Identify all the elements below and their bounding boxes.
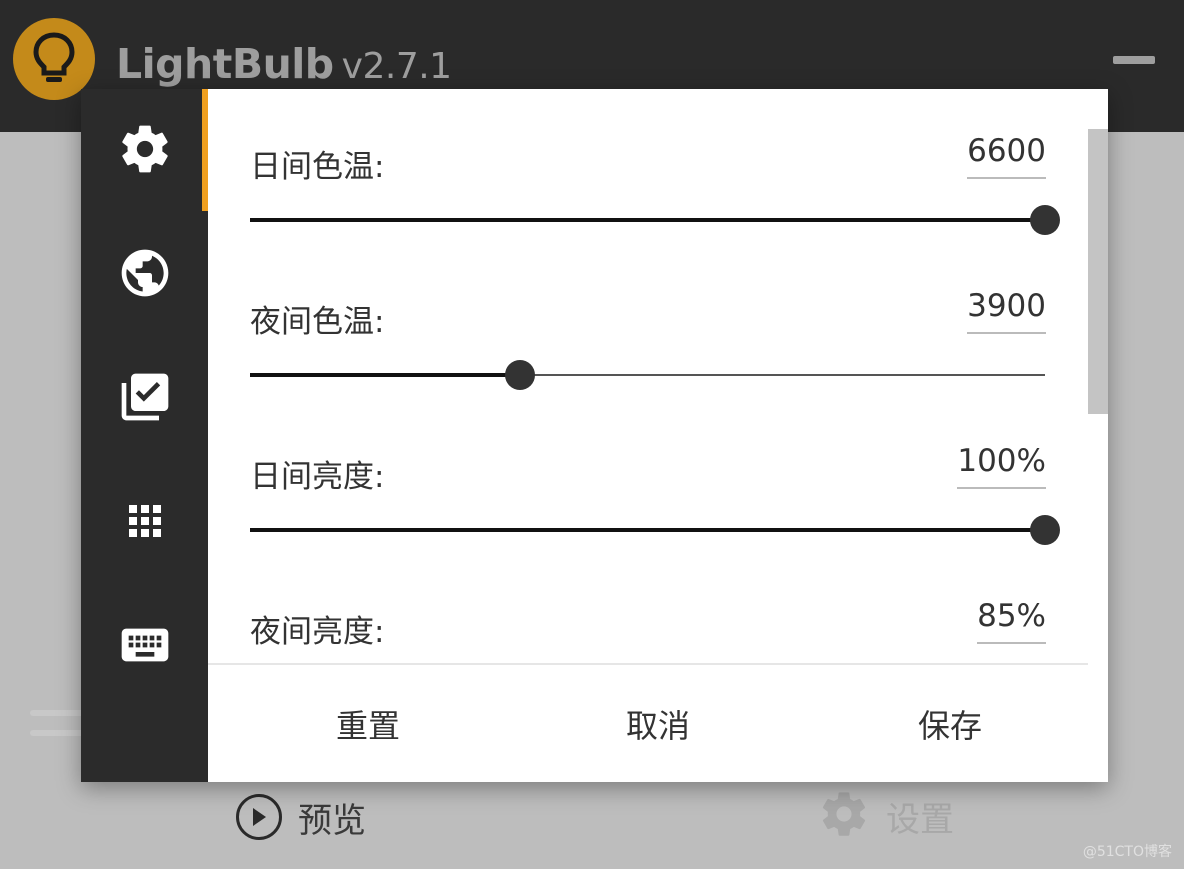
app-name: LightBulb	[116, 40, 334, 88]
settings-panel: 日间色温: 6600 夜间色温: 3900 日间亮度: 100% 夜间亮度: 8…	[208, 89, 1108, 782]
setting-day-brightness: 日间亮度: 100%	[208, 439, 1088, 594]
minimize-icon[interactable]	[1113, 56, 1155, 64]
app-title: LightBulb v2.7.1	[116, 36, 452, 92]
slider-fill	[250, 528, 1045, 532]
globe-icon	[117, 245, 173, 305]
setting-night-temperature: 夜间色温: 3900	[208, 284, 1088, 439]
save-button[interactable]: 保存	[890, 665, 1010, 782]
reset-button[interactable]: 重置	[308, 665, 428, 782]
setting-night-brightness: 夜间亮度: 85%	[208, 594, 1088, 663]
nav-item-general[interactable]	[81, 89, 208, 213]
settings-button[interactable]: 设置	[818, 790, 954, 842]
slider-thumb[interactable]	[1030, 515, 1060, 545]
settings-dialog: 日间色温: 6600 夜间色温: 3900 日间亮度: 100% 夜间亮度: 8…	[81, 89, 1108, 782]
keyboard-icon	[117, 617, 173, 677]
gear-icon	[818, 788, 870, 844]
lightbulb-logo-icon	[13, 18, 95, 100]
checklist-icon	[117, 369, 173, 429]
setting-value-input[interactable]: 3900	[967, 288, 1046, 334]
day-brightness-slider[interactable]	[250, 515, 1060, 545]
cancel-button[interactable]: 取消	[598, 665, 718, 782]
slider-fill	[250, 373, 521, 377]
scrollbar-thumb[interactable]	[1088, 129, 1108, 414]
nav-item-advanced[interactable]	[81, 461, 208, 585]
settings-scroll-area[interactable]: 日间色温: 6600 夜间色温: 3900 日间亮度: 100% 夜间亮度: 8…	[208, 89, 1108, 663]
preview-label: 预览	[298, 800, 366, 841]
watermark: @51CTO博客	[1082, 844, 1172, 860]
settings-label: 设置	[886, 799, 954, 840]
setting-label: 日间亮度:	[250, 459, 385, 495]
setting-label: 夜间亮度:	[250, 614, 385, 650]
slider-thumb[interactable]	[1030, 205, 1060, 235]
setting-value-input[interactable]: 6600	[967, 133, 1046, 179]
day-temperature-slider[interactable]	[250, 205, 1060, 235]
nav-item-apps[interactable]	[81, 337, 208, 461]
app-version: v2.7.1	[341, 46, 452, 87]
nav-item-hotkeys[interactable]	[81, 585, 208, 709]
setting-value-input[interactable]: 100%	[957, 443, 1046, 489]
slider-thumb[interactable]	[505, 360, 536, 390]
slider-fill	[250, 218, 1045, 222]
dialog-actions: 重置 取消 保存	[208, 665, 1108, 782]
setting-value-input[interactable]: 85%	[977, 598, 1046, 644]
preview-button[interactable]: 预览	[236, 792, 366, 842]
nav-item-location[interactable]	[81, 213, 208, 337]
gear-icon	[117, 121, 173, 181]
play-icon	[236, 794, 282, 840]
setting-label: 日间色温:	[250, 149, 385, 185]
setting-label: 夜间色温:	[250, 304, 385, 340]
setting-day-temperature: 日间色温: 6600	[208, 129, 1088, 284]
grid-icon	[121, 497, 169, 549]
nav-rail	[81, 89, 208, 782]
night-temperature-slider[interactable]	[250, 360, 1045, 390]
